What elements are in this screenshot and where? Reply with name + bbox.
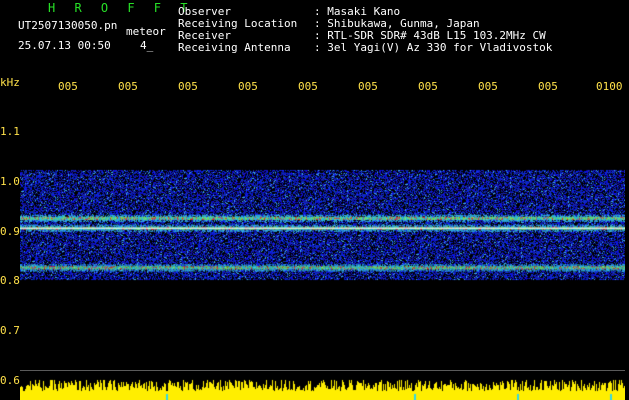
time-tick: 005 (538, 80, 558, 93)
time-tick: 005 (298, 80, 318, 93)
spectrogram-panel[interactable] (20, 96, 625, 400)
y-tick: 0.7 (0, 324, 20, 337)
y-tick: 0.6 (0, 374, 20, 387)
time-tick: 005 (58, 80, 78, 93)
station-values: : Masaki Kano : Shibukawa, Gunma, Japan … (314, 6, 552, 54)
time-tick: 005 (178, 80, 198, 93)
time-tick: 005 (238, 80, 258, 93)
antenna-value: : 3el Yagi(V) Az 330 for Vladivostok (314, 41, 553, 54)
app-title: H R O F F T (48, 1, 194, 15)
y-tick: 1.0 (0, 175, 20, 188)
y-tick: 0.8 (0, 274, 20, 287)
file-name: UT2507130050.pn (18, 19, 118, 32)
y-unit-label: kHz (0, 76, 20, 89)
time-tick: 005 (358, 80, 378, 93)
count-label: 4_ (140, 39, 154, 52)
spectrogram-canvas[interactable] (20, 96, 625, 400)
y-tick: 0.9 (0, 225, 20, 238)
time-tick: 0100 (596, 80, 623, 93)
baseline-line (20, 370, 625, 371)
time-tick: 005 (118, 80, 138, 93)
y-tick: 1.1 (0, 125, 20, 138)
time-tick: 005 (478, 80, 498, 93)
time-tick: 005 (418, 80, 438, 93)
station-info: Observer Receiving Location Receiver Rec… (178, 6, 297, 54)
antenna-label: Receiving Antenna (178, 41, 291, 54)
datetime: 25.07.13 00:50 (18, 39, 111, 52)
meteor-label: meteor (126, 25, 166, 38)
